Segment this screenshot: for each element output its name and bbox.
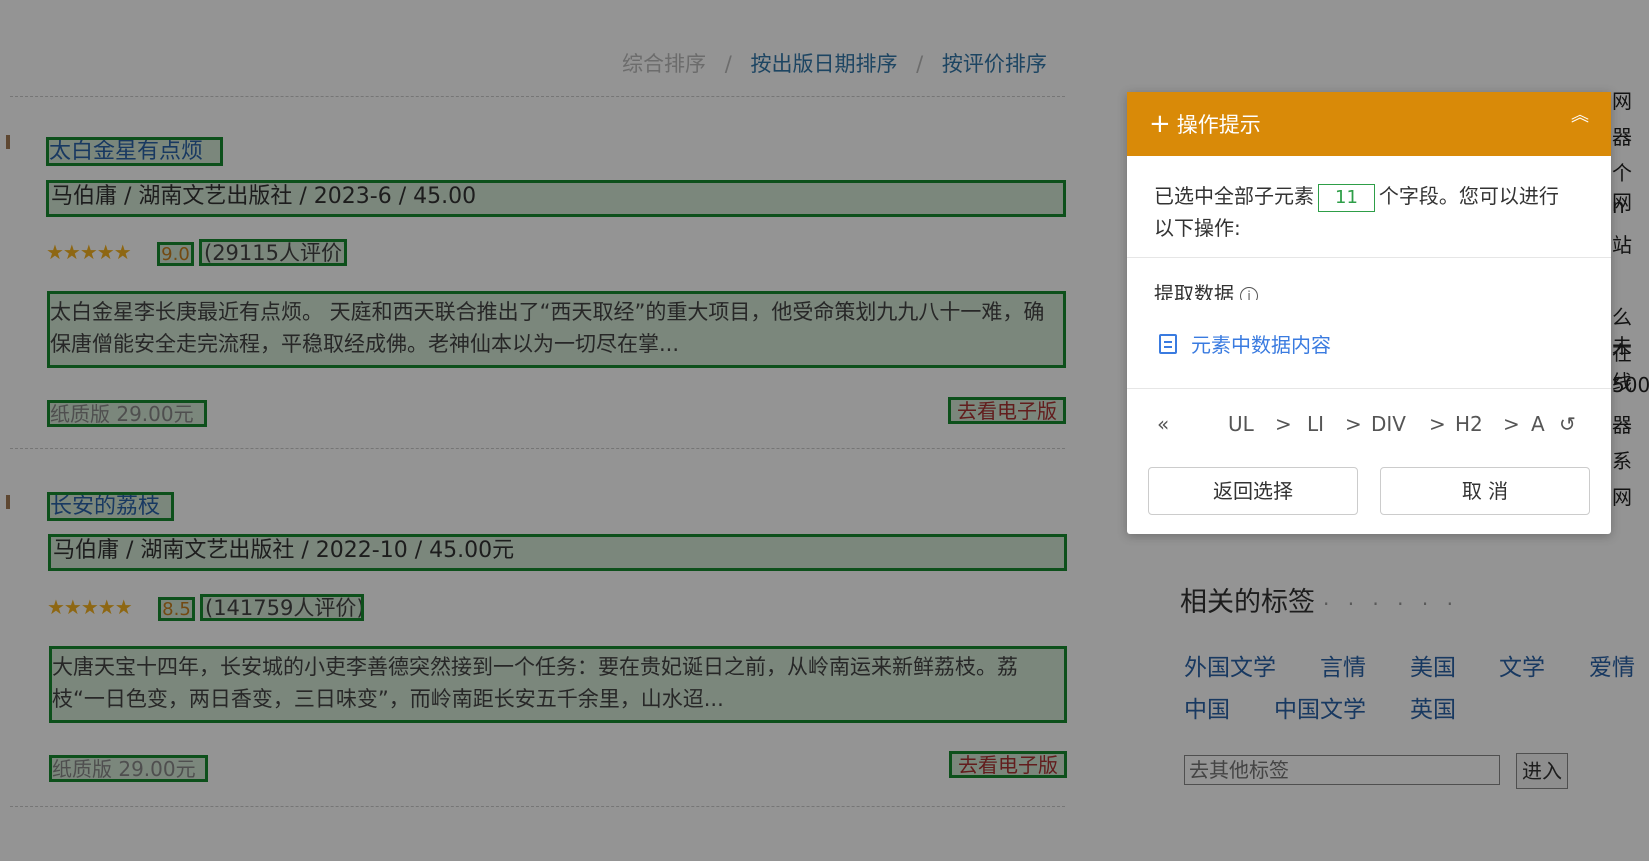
plus-icon: + (1149, 109, 1171, 139)
collapse-icon[interactable]: ︽ (1571, 107, 1589, 125)
tag-link[interactable]: 中国 (1184, 690, 1230, 724)
related-tags-section: 相关的标签 · · · · · · (1180, 580, 1640, 619)
back-to-select-button[interactable]: 返回选择 (1148, 467, 1358, 515)
rating-count: (29115人评价) (199, 239, 347, 266)
path-separator-icon: > (1429, 412, 1446, 436)
clipped-sidebar-text: 站 (1612, 233, 1632, 257)
star-rating-icon: ★★★★★ (46, 240, 132, 264)
clipped-sidebar-text: 网 (1612, 89, 1632, 113)
tag-link[interactable]: 中国文学 (1274, 690, 1366, 724)
tag-link[interactable]: 言情 (1320, 648, 1366, 682)
book-cover-edge (6, 495, 10, 509)
clipped-sidebar-text: 500 (1612, 373, 1649, 397)
book-title-link[interactable]: 长安的荔枝 (47, 492, 174, 521)
ebook-link[interactable]: 去看电子版 (949, 751, 1067, 778)
other-tag-input[interactable] (1184, 755, 1500, 785)
path-node-ul[interactable]: UL (1228, 412, 1254, 436)
expand-path-icon[interactable]: « (1157, 412, 1169, 436)
tags-heading: 相关的标签 · · · · · · (1180, 580, 1640, 619)
clipped-sidebar-text: 器 (1612, 413, 1632, 437)
extract-option-highlight: 元素中数据内容 (1131, 300, 1493, 388)
sort-separator: / (916, 52, 924, 76)
clipped-sidebar-text: 器 (1612, 125, 1632, 149)
panel-divider (1127, 388, 1611, 389)
selection-message: 已选中全部子元素 11 个字段。您可以进行以下操作: (1154, 180, 1574, 244)
rating-number: 8.5 (158, 597, 195, 621)
book-title-link[interactable]: 太白金星有点烦 (46, 137, 223, 166)
ebook-link[interactable]: 去看电子版 (948, 397, 1066, 424)
divider (10, 96, 1065, 97)
book-description: 大唐天宝十四年，长安城的小吏李善德突然接到一个任务：要在贵妃诞日之前，从岭南运来… (49, 646, 1067, 723)
sort-bar: 综合排序 / 按出版日期排序 / 按评价排序 (622, 48, 1047, 78)
extract-option-label: 元素中数据内容 (1191, 333, 1331, 357)
path-node-a[interactable]: A (1531, 412, 1545, 436)
path-node-li[interactable]: LI (1307, 412, 1324, 436)
sort-default-link[interactable]: 综合排序 (622, 52, 706, 76)
paper-price: 纸质版 29.00元 (47, 400, 207, 427)
tags-title: 相关的标签 (1180, 587, 1315, 618)
tag-link[interactable]: 外国文学 (1184, 648, 1276, 682)
panel-header[interactable]: + 操作提示 ︽ (1127, 92, 1611, 156)
rating-number: 9.0 (157, 242, 194, 266)
message-text-before: 已选中全部子元素 (1154, 184, 1314, 208)
operation-hint-panel: + 操作提示 ︽ 已选中全部子元素 11 个字段。您可以进行以下操作: 提取数据 i … (1127, 92, 1611, 534)
tag-link[interactable]: 爱情 (1589, 648, 1635, 682)
tags-title-dots: · · · · · · (1323, 592, 1459, 616)
field-count-badge: 11 (1318, 183, 1375, 212)
tag-link[interactable]: 文学 (1499, 648, 1545, 682)
path-node-div[interactable]: DIV (1371, 412, 1406, 436)
sort-by-date-link[interactable]: 按出版日期排序 (750, 52, 897, 76)
tag-link[interactable]: 美国 (1410, 648, 1456, 682)
undo-icon[interactable]: ↺ (1559, 412, 1576, 436)
document-icon (1159, 333, 1177, 354)
divider (10, 448, 1065, 449)
extract-element-content-option[interactable]: 元素中数据内容 (1159, 329, 1331, 358)
book-cover-edge (6, 135, 10, 149)
paper-price: 纸质版 29.00元 (49, 755, 208, 782)
tag-link[interactable]: 英国 (1410, 690, 1456, 724)
panel-divider (1127, 257, 1611, 258)
sort-separator: / (724, 52, 732, 76)
path-separator-icon: > (1503, 412, 1520, 436)
book-description: 太白金星李长庚最近有点烦。 天庭和西天联合推出了“西天取经”的重大项目，他受命策… (47, 291, 1066, 368)
path-separator-icon: > (1275, 412, 1292, 436)
divider (10, 806, 1065, 807)
rating-count: (141759人评价) (200, 594, 364, 621)
sort-by-rating-link[interactable]: 按评价排序 (942, 52, 1047, 76)
clipped-sidebar-text: 网 (1612, 485, 1632, 509)
star-rating-icon: ★★★★★ (47, 595, 133, 619)
book-meta: 马伯庸 / 湖南文艺出版社 / 2022-10 / 45.00元 (48, 534, 1067, 571)
tag-submit-button[interactable]: 进入 (1516, 753, 1568, 789)
panel-title: 操作提示 (1176, 113, 1261, 137)
clipped-sidebar-text: 系 (1612, 449, 1632, 473)
path-separator-icon: > (1345, 412, 1362, 436)
path-node-h2[interactable]: H2 (1455, 412, 1483, 436)
book-meta: 马伯庸 / 湖南文艺出版社 / 2023-6 / 45.00 (46, 180, 1066, 217)
cancel-button[interactable]: 取 消 (1380, 467, 1590, 515)
clipped-sidebar-text: n (1612, 194, 1625, 218)
